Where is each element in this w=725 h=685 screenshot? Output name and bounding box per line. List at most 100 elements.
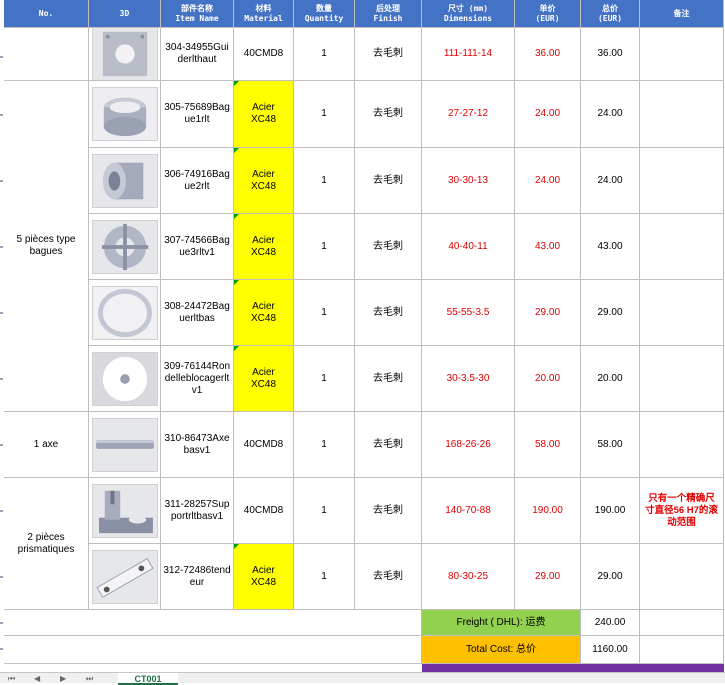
row-finish-cell[interactable]: 去毛刺 <box>355 81 422 148</box>
row-name-cell[interactable]: 309-76144Rondelleblocagerltv1 <box>161 346 234 412</box>
row-total-cell[interactable]: 36.00 <box>581 28 640 81</box>
row-unit-cell[interactable]: 20.00 <box>515 346 581 412</box>
row-total-cell[interactable]: 43.00 <box>581 214 640 280</box>
row-finish-cell[interactable]: 去毛刺 <box>355 148 422 214</box>
row-unit-cell[interactable]: 24.00 <box>515 81 581 148</box>
row-qty-cell[interactable]: 1 <box>294 280 355 346</box>
sheet-tab-active[interactable]: CT001 <box>118 673 178 685</box>
header-3d[interactable]: 3D <box>89 0 161 28</box>
row-finish-cell[interactable]: 去毛刺 <box>355 28 422 81</box>
row-note-cell[interactable] <box>640 346 724 412</box>
group-cell-bagues[interactable]: 5 pièces type bagues <box>4 81 89 412</box>
row-finish-cell[interactable]: 去毛刺 <box>355 478 422 544</box>
row-unit-cell[interactable]: 29.00 <box>515 544 581 610</box>
row-qty-cell[interactable]: 1 <box>294 544 355 610</box>
row-note-cell[interactable] <box>640 28 724 81</box>
row-note-cell[interactable] <box>640 214 724 280</box>
row-unit-cell[interactable]: 24.00 <box>515 148 581 214</box>
group-cell-empty[interactable] <box>4 28 89 81</box>
header-unit-price[interactable]: 单价 (EUR) <box>515 0 581 28</box>
freight-label-cell[interactable]: Freight ( DHL): 运费 <box>422 610 581 636</box>
row-finish-cell[interactable]: 去毛刺 <box>355 280 422 346</box>
row-unit-cell[interactable]: 43.00 <box>515 214 581 280</box>
row-note-cell[interactable] <box>640 412 724 478</box>
row-qty-cell[interactable]: 1 <box>294 412 355 478</box>
row-name-cell[interactable]: 311-28257Supportrltbasv1 <box>161 478 234 544</box>
row-finish-cell[interactable]: 去毛刺 <box>355 544 422 610</box>
part-310-thumbnail-icon[interactable] <box>91 417 158 472</box>
row-note-cell[interactable] <box>640 81 724 148</box>
thumbnail-cell[interactable] <box>89 346 161 412</box>
row-name-cell[interactable]: 306-74916Bague2rlt <box>161 148 234 214</box>
row-dim-cell[interactable]: 27-27-12 <box>422 81 515 148</box>
row-dim-cell[interactable]: 111-111-14 <box>422 28 515 81</box>
row-dim-cell[interactable]: 140-70-88 <box>422 478 515 544</box>
row-note-cell[interactable] <box>640 544 724 610</box>
row-material-cell[interactable]: 40CMD8 <box>234 28 294 81</box>
header-quantity[interactable]: 数量 Quantity <box>294 0 355 28</box>
thumbnail-cell[interactable] <box>89 28 161 81</box>
row-note-cell[interactable] <box>640 148 724 214</box>
row-dim-cell[interactable]: 30-3.5-30 <box>422 346 515 412</box>
row-total-cell[interactable]: 58.00 <box>581 412 640 478</box>
first-sheet-arrow-icon[interactable]: ⏮ <box>8 674 15 684</box>
header-finish[interactable]: 后处理 Finish <box>355 0 422 28</box>
thumbnail-cell[interactable] <box>89 81 161 148</box>
row-dim-cell[interactable]: 40-40-11 <box>422 214 515 280</box>
header-material[interactable]: 材料 Material <box>234 0 294 28</box>
row-total-cell[interactable]: 190.00 <box>581 478 640 544</box>
summary-blank-1[interactable] <box>4 610 422 636</box>
row-material-cell[interactable]: Acier XC48 <box>234 280 294 346</box>
row-qty-cell[interactable]: 1 <box>294 148 355 214</box>
row-unit-cell[interactable]: 29.00 <box>515 280 581 346</box>
row-qty-cell[interactable]: 1 <box>294 346 355 412</box>
total-label-cell[interactable]: Total Cost: 总价 <box>422 636 581 664</box>
row-total-cell[interactable]: 29.00 <box>581 280 640 346</box>
row-finish-cell[interactable]: 去毛刺 <box>355 346 422 412</box>
part-307-thumbnail-icon[interactable] <box>91 219 158 274</box>
row-total-cell[interactable]: 24.00 <box>581 81 640 148</box>
header-dimensions[interactable]: 尺寸 (mm) Dimensions <box>422 0 515 28</box>
purple-bar-cell[interactable] <box>422 664 724 672</box>
freight-remark-cell[interactable] <box>640 610 724 636</box>
freight-value-cell[interactable]: 240.00 <box>581 610 640 636</box>
row-dim-cell[interactable]: 30-30-13 <box>422 148 515 214</box>
group-cell-prismatiques[interactable]: 2 pièces prismatiques <box>4 478 89 610</box>
row-material-cell[interactable]: Acier XC48 <box>234 346 294 412</box>
part-304-thumbnail-icon[interactable] <box>91 28 158 80</box>
row-finish-cell[interactable]: 去毛刺 <box>355 214 422 280</box>
row-note-cell[interactable]: 只有一个精确尺寸直径56 H7的滚动范围 <box>640 478 724 544</box>
summary-blank-2[interactable] <box>4 636 422 664</box>
row-dim-cell[interactable]: 55-55-3.5 <box>422 280 515 346</box>
row-material-cell[interactable]: Acier XC48 <box>234 148 294 214</box>
part-309-thumbnail-icon[interactable] <box>91 351 158 406</box>
row-material-cell[interactable]: Acier XC48 <box>234 544 294 610</box>
row-finish-cell[interactable]: 去毛刺 <box>355 412 422 478</box>
row-material-cell[interactable]: Acier XC48 <box>234 214 294 280</box>
thumbnail-cell[interactable] <box>89 412 161 478</box>
row-name-cell[interactable]: 310-86473Axebasv1 <box>161 412 234 478</box>
thumbnail-cell[interactable] <box>89 544 161 610</box>
row-material-cell[interactable]: 40CMD8 <box>234 412 294 478</box>
row-name-cell[interactable]: 312-72486tendeur <box>161 544 234 610</box>
row-name-cell[interactable]: 308-24472Baguerltbas <box>161 280 234 346</box>
row-dim-cell[interactable]: 168-26-26 <box>422 412 515 478</box>
row-note-cell[interactable] <box>640 280 724 346</box>
row-unit-cell[interactable]: 190.00 <box>515 478 581 544</box>
row-material-cell[interactable]: Acier XC48 <box>234 81 294 148</box>
part-306-thumbnail-icon[interactable] <box>91 153 158 208</box>
total-remark-cell[interactable] <box>640 636 724 664</box>
thumbnail-cell[interactable] <box>89 214 161 280</box>
thumbnail-cell[interactable] <box>89 148 161 214</box>
part-308-thumbnail-icon[interactable] <box>91 285 158 340</box>
part-311-thumbnail-icon[interactable] <box>91 483 158 538</box>
row-qty-cell[interactable]: 1 <box>294 478 355 544</box>
thumbnail-cell[interactable] <box>89 478 161 544</box>
row-name-cell[interactable]: 305-75689Bague1rlt <box>161 81 234 148</box>
row-total-cell[interactable]: 20.00 <box>581 346 640 412</box>
row-qty-cell[interactable]: 1 <box>294 214 355 280</box>
row-unit-cell[interactable]: 36.00 <box>515 28 581 81</box>
last-sheet-arrow-icon[interactable]: ⏭ <box>86 674 93 684</box>
group-cell-axe[interactable]: 1 axe <box>4 412 89 478</box>
header-no[interactable]: No. <box>4 0 89 28</box>
